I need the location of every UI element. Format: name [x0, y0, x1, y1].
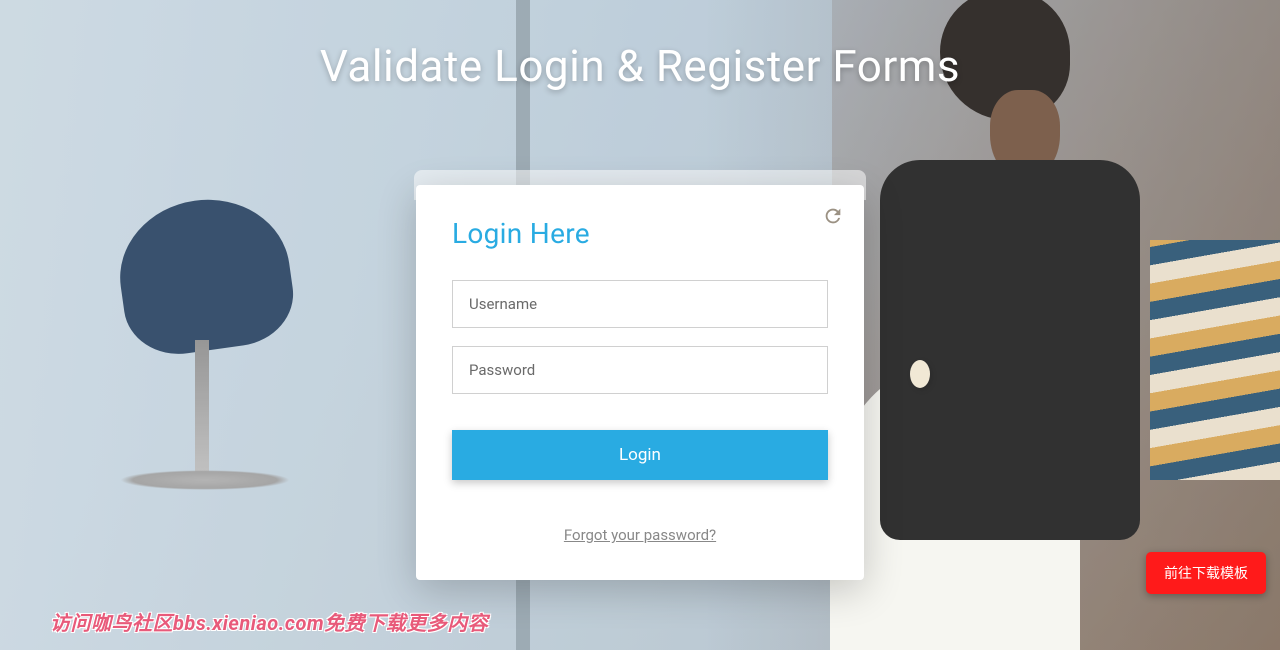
watermark-part3: 免费下载更多内容	[324, 611, 488, 635]
watermark-text: 访问咖鸟社区bbs.xieniao.com免费下载更多内容	[50, 607, 488, 636]
page-title: Validate Login & Register Forms	[0, 0, 1280, 92]
reload-icon[interactable]	[822, 205, 844, 227]
watermark-part1: 访问咖鸟社区	[50, 611, 173, 635]
login-card: Login Here Login Forgot your password?	[416, 185, 864, 580]
card-title: Login Here	[452, 217, 828, 250]
watermark-part2: bbs.xieniao.com	[173, 611, 324, 635]
forgot-password-link[interactable]: Forgot your password?	[452, 526, 828, 544]
login-button[interactable]: Login	[452, 430, 828, 480]
username-input[interactable]	[452, 280, 828, 328]
download-template-button[interactable]: 前往下载模板	[1146, 552, 1266, 594]
password-input[interactable]	[452, 346, 828, 394]
